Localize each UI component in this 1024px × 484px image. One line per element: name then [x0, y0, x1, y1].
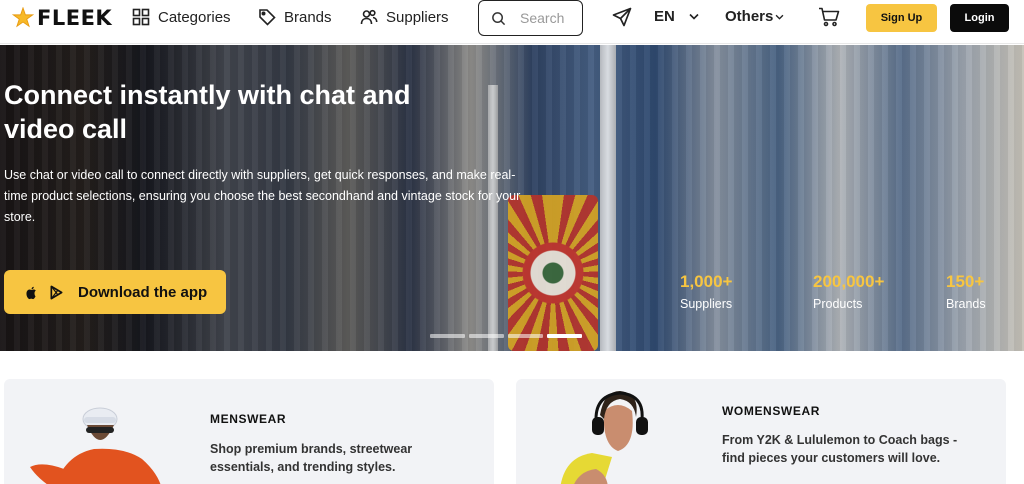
womenswear-model-image: [560, 391, 648, 484]
login-button[interactable]: Login: [950, 4, 1009, 32]
stat-value: 1,000+: [680, 272, 733, 291]
others-label: Others: [725, 8, 774, 25]
stat-value: 200,000+: [813, 272, 885, 291]
nav-brands[interactable]: Brands: [258, 7, 332, 27]
paper-plane-icon[interactable]: [612, 7, 632, 27]
stat-label: Suppliers: [680, 297, 733, 311]
menswear-title: MENSWEAR: [210, 412, 287, 426]
carousel-dot-1[interactable]: [430, 334, 465, 338]
download-app-label: Download the app: [78, 283, 208, 301]
hero-banner: Connect instantly with chat and video ca…: [0, 45, 1024, 351]
apple-icon: [26, 286, 36, 299]
search-input[interactable]: [520, 10, 576, 26]
search-icon: [492, 11, 506, 25]
menswear-card[interactable]: MENSWEAR Shop premium brands, streetwear…: [4, 379, 494, 484]
star-logo-icon: [12, 7, 34, 28]
stat-products: 200,000+ Products: [813, 271, 884, 311]
grid-icon: [132, 8, 150, 26]
fleek-logo[interactable]: FLEEK: [12, 6, 112, 30]
womenswear-card[interactable]: WOMENSWEAR From Y2K & Lululemon to Coach…: [516, 379, 1006, 484]
nav-suppliers[interactable]: Suppliers: [360, 7, 449, 27]
nav-categories[interactable]: Categories: [132, 7, 231, 27]
tag-icon: [259, 9, 276, 26]
nav-suppliers-label: Suppliers: [386, 8, 449, 26]
carousel-dot-2[interactable]: [469, 334, 504, 338]
carousel-indicators: [430, 334, 582, 338]
language-label: EN: [654, 8, 675, 25]
top-navbar: FLEEK Categories Brands Suppliers EN: [0, 0, 1024, 44]
download-app-button[interactable]: Download the app: [4, 270, 226, 314]
chevron-down-icon: [689, 13, 699, 20]
carousel-dot-3[interactable]: [508, 334, 543, 338]
cart-icon[interactable]: [818, 7, 840, 27]
menswear-description: Shop premium brands, streetwear essentia…: [210, 442, 413, 474]
womenswear-description: From Y2K & Lululemon to Coach bags - fin…: [722, 433, 958, 465]
play-store-icon: [50, 285, 63, 299]
hero-title: Connect instantly with chat and video ca…: [4, 80, 411, 144]
nav-categories-label: Categories: [158, 8, 231, 26]
language-select[interactable]: EN: [654, 8, 699, 25]
others-menu[interactable]: Others: [725, 8, 784, 25]
menswear-model-image: [30, 407, 161, 484]
womenswear-title: WOMENSWEAR: [722, 404, 820, 418]
chevron-down-icon: [775, 14, 784, 20]
nav-brands-label: Brands: [284, 8, 332, 26]
users-icon: [360, 9, 378, 25]
stat-label: Brands: [946, 297, 986, 311]
search-box[interactable]: [478, 0, 583, 36]
logo-text: FLEEK: [37, 6, 113, 30]
stat-value: 150+: [946, 272, 985, 291]
hero-description: Use chat or video call to connect direct…: [4, 168, 521, 224]
carousel-dot-4[interactable]: [547, 334, 582, 338]
stat-label: Products: [813, 297, 863, 311]
clothing-rack-pole: [600, 45, 616, 351]
stat-suppliers: 1,000+ Suppliers: [680, 271, 732, 311]
stat-brands: 150+ Brands: [946, 271, 986, 311]
sign-up-button[interactable]: Sign Up: [866, 4, 937, 32]
